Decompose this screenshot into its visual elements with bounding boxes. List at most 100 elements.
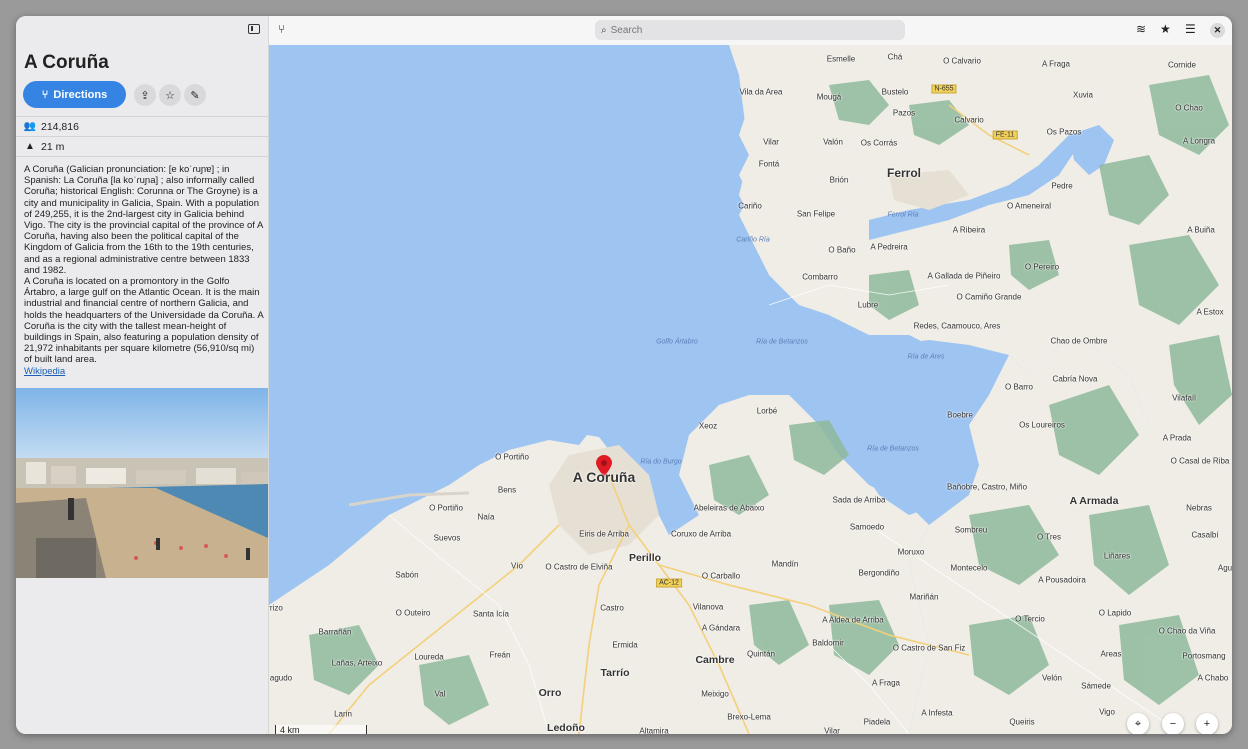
- map-place-label: O Lapido: [1098, 608, 1132, 618]
- road-shield: AC-12: [656, 578, 682, 588]
- map-place-label: Freán: [489, 650, 511, 660]
- map-place-label: Meixigo: [701, 689, 729, 699]
- map-place-label: Vigo: [1099, 707, 1115, 717]
- search-input[interactable]: ⌕ Search: [595, 20, 905, 40]
- wikipedia-link[interactable]: Wikipedia: [24, 366, 65, 377]
- place-sidebar: A Coruña ⑂ Directions ⇪ ☆ ✎ 👥 214,816 ▲ …: [16, 16, 269, 734]
- map-place-label: Sabón: [395, 570, 419, 580]
- header-bar: ⑂ ⌕ Search ≋ ★ ☰ ✕: [269, 16, 1232, 46]
- map-place-label: O Castro de Elviña: [545, 562, 613, 572]
- map-place-label: Chao de Ombre: [1050, 336, 1108, 346]
- sidebar-toggle-icon[interactable]: [248, 24, 260, 34]
- place-description: A Coruña (Galician pronunciation: [e koˈ…: [24, 164, 264, 377]
- app-window: A Coruña ⑂ Directions ⇪ ☆ ✎ 👥 214,816 ▲ …: [16, 16, 1232, 734]
- map-place-label: A Estox: [1196, 307, 1224, 317]
- edit-button[interactable]: ✎: [184, 84, 206, 106]
- map-place-label: A Chabo: [1197, 673, 1229, 683]
- map-place-label: Orro: [538, 687, 562, 699]
- locate-me-button[interactable]: ⌖: [1127, 713, 1149, 734]
- map-place-label: Sombreu: [954, 525, 988, 535]
- map-place-label: Tarrío: [600, 667, 630, 679]
- map-place-label: A Buiña: [1187, 225, 1215, 235]
- map-place-label: O Ameneiral: [1006, 201, 1052, 211]
- map-place-label: Vilafaíl: [1172, 393, 1196, 403]
- map-place-label: Mandín: [771, 559, 799, 569]
- people-icon: 👥: [23, 121, 37, 132]
- map-place-label: Mariñán: [909, 592, 939, 602]
- map-place-label: Vilanova: [692, 602, 724, 612]
- map-place-label: Vila da Area: [739, 87, 783, 97]
- map-place-label: Os Loureiros: [1019, 420, 1065, 430]
- map-place-label: A Ribeira: [952, 225, 986, 235]
- map-place-label: Cabría Nova: [1052, 374, 1098, 384]
- search-placeholder: Search: [610, 24, 643, 36]
- map-place-label: Piadela: [863, 717, 891, 727]
- map-place-label: A Armada: [1069, 495, 1119, 507]
- map-place-label: O Casal de Riba: [1170, 456, 1230, 466]
- map-place-label: Os Pazos: [1046, 127, 1082, 137]
- favorites-star-icon[interactable]: ★: [1160, 22, 1171, 36]
- map-place-label: Chá: [887, 52, 903, 62]
- map-place-label: A Aldea de Arriba: [822, 615, 884, 625]
- elevation-row: ▲ 21 m: [16, 136, 268, 157]
- map-place-label: Loureda: [414, 652, 444, 662]
- crosshair-icon: ⌖: [1134, 717, 1142, 730]
- close-button[interactable]: ✕: [1210, 23, 1225, 38]
- map-place-label: Larin: [334, 709, 352, 719]
- map-place-label: Pedre: [1051, 181, 1073, 191]
- map-place-label: O Chao da Viña: [1158, 626, 1216, 636]
- map-place-label: A Longra: [1182, 136, 1216, 146]
- minus-icon: −: [1169, 718, 1177, 730]
- layers-icon[interactable]: ≋: [1136, 22, 1146, 36]
- map-canvas: [269, 45, 1232, 734]
- map-place-label: Golfo Ártabro: [656, 338, 698, 346]
- map-place-label: O Outeiro: [395, 608, 431, 618]
- map-place-label: Valón: [823, 137, 843, 147]
- map-place-label: Velón: [1041, 673, 1063, 683]
- map-place-label: Altamira: [639, 726, 669, 735]
- map-place-label: Ría do Burgo: [640, 458, 682, 466]
- mountain-icon: ▲: [25, 141, 35, 152]
- map-place-label: Quintán: [746, 649, 776, 659]
- map-place-label: A Pedreira: [870, 242, 908, 252]
- map-place-label: Areas: [1100, 649, 1122, 659]
- map-place-label: Bergondiño: [858, 568, 900, 578]
- share-button[interactable]: ⇪: [134, 84, 156, 106]
- map-place-label: Santa Icía: [472, 609, 510, 619]
- map-place-label: San Felipe: [796, 209, 836, 219]
- description-paragraph: A Coruña (Galician pronunciation: [e koˈ…: [24, 164, 263, 276]
- pencil-icon: ✎: [190, 89, 200, 102]
- map-place-label: Bens: [497, 485, 517, 495]
- map-place-label: Bañobre, Castro, Miño: [946, 482, 1028, 492]
- map-place-label: O Calvario: [943, 56, 981, 66]
- map-view[interactable]: Esmelle Chá O Calvario A Fraga Cornide Vila d…: [269, 45, 1232, 734]
- scale-bar: 4 km: [275, 725, 367, 734]
- search-icon: ⌕: [601, 24, 607, 36]
- scale-label: 4 km: [280, 725, 300, 734]
- map-place-label: Barrañán: [318, 627, 352, 637]
- zoom-out-button[interactable]: −: [1162, 713, 1184, 734]
- map-place-label: Abeleiras de Abaixo: [693, 503, 765, 513]
- elevation-value: 21 m: [41, 140, 65, 153]
- map-place-label: Fontá: [758, 159, 780, 169]
- zoom-in-button[interactable]: +: [1196, 713, 1218, 734]
- map-place-label: Suevos: [433, 533, 461, 543]
- map-place-label: Vilar: [824, 726, 840, 735]
- directions-label: Directions: [53, 88, 108, 101]
- city-label: A Coruña: [572, 469, 636, 485]
- menu-icon[interactable]: ☰: [1185, 22, 1196, 36]
- population-value: 214,816: [41, 120, 79, 133]
- map-place-label: Sámede: [1081, 681, 1111, 691]
- route-icon[interactable]: ⑂: [278, 22, 285, 36]
- map-place-label: Naía: [477, 512, 495, 522]
- map-place-label: Ferrol: [886, 166, 922, 180]
- place-photo: [16, 388, 268, 578]
- map-place-label: Liñares: [1103, 551, 1131, 561]
- directions-button[interactable]: ⑂ Directions: [23, 81, 126, 108]
- sidebar-header: [16, 16, 268, 45]
- description-paragraph: A Coruña is located on a promontory in t…: [24, 276, 264, 366]
- favorite-button[interactable]: ☆: [159, 84, 181, 106]
- map-place-label: Esmelle: [826, 54, 856, 64]
- map-place-label: O Castro de San Fiz: [892, 643, 966, 653]
- map-place-label: A Fraga: [871, 678, 901, 688]
